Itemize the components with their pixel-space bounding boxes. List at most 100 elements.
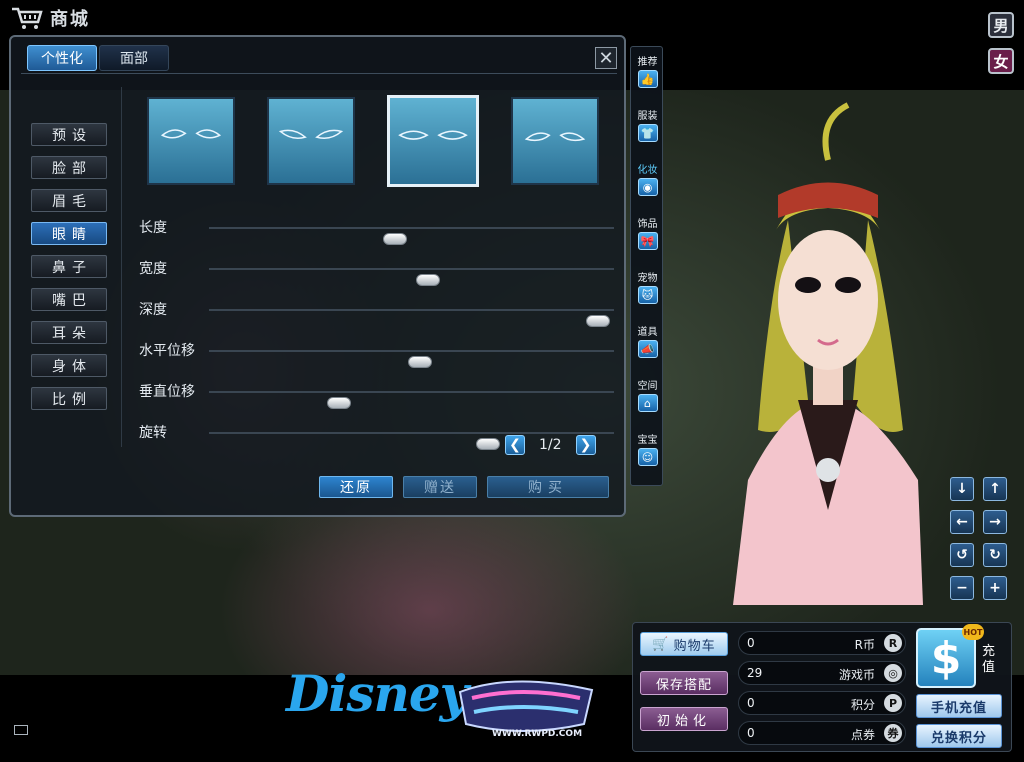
recharge-label: 充值: [982, 644, 996, 675]
house-icon: ⌂: [637, 394, 658, 412]
currency-value: 0: [747, 726, 755, 740]
side-item-label: 化妆: [637, 165, 658, 176]
category-proportion[interactable]: 比例: [31, 387, 107, 410]
makeup-icon: ◉: [637, 178, 658, 196]
shopping-cart-button[interactable]: 🛒 购物车: [640, 632, 728, 656]
slider-knob[interactable]: [326, 397, 351, 409]
female-button[interactable]: 女: [988, 48, 1014, 74]
rotate-right-button[interactable]: ↻: [983, 543, 1007, 567]
character-avatar: [733, 102, 923, 605]
side-item-clothing[interactable]: 服装 👕: [631, 105, 664, 149]
points-icon: P: [884, 694, 902, 712]
slider-knob[interactable]: [407, 356, 432, 368]
eye-shape-icon: [524, 132, 586, 142]
megaphone-icon: 📣: [637, 340, 658, 358]
category-eyes[interactable]: 眼睛: [31, 222, 107, 245]
game-url: WWW.RWPD.COM: [492, 729, 582, 739]
close-button[interactable]: ✕: [595, 47, 617, 69]
category-preset[interactable]: 预设: [31, 123, 107, 146]
male-button[interactable]: 男: [988, 12, 1014, 38]
next-page-button[interactable]: ❯: [575, 435, 596, 455]
restore-button[interactable]: 还原: [319, 476, 393, 498]
page-title: 商城: [50, 9, 90, 30]
eye-preset-3[interactable]: [387, 95, 479, 187]
mobile-recharge-button[interactable]: 手机充值: [916, 694, 1002, 718]
slider-label: 旋转: [139, 425, 167, 441]
eye-preset-1[interactable]: [147, 97, 235, 185]
eye-preset-list: [147, 95, 599, 187]
window-icon[interactable]: [14, 725, 28, 735]
redeem-points-button[interactable]: 兑换积分: [916, 724, 1002, 748]
action-buttons: 还原 赠送 购买: [319, 476, 609, 498]
gift-button[interactable]: 赠送: [403, 476, 477, 498]
cart-icon: [12, 7, 43, 29]
slider-track[interactable]: [209, 391, 614, 409]
category-nose[interactable]: 鼻子: [31, 255, 107, 278]
slider-knob[interactable]: [383, 233, 408, 245]
side-item-recommend[interactable]: 推荐 👍: [631, 51, 664, 95]
game-coin-icon: ◎: [884, 664, 902, 682]
category-eyebrow[interactable]: 眉毛: [31, 189, 107, 212]
side-item-space[interactable]: 空间 ⌂: [631, 375, 664, 419]
tab-personalize[interactable]: 个性化: [27, 45, 97, 71]
tab-face[interactable]: 面部: [99, 45, 169, 71]
slider-track[interactable]: [209, 268, 614, 286]
slider-track[interactable]: [209, 227, 614, 245]
move-up-button[interactable]: ↑: [983, 477, 1007, 501]
eye-preset-4[interactable]: [511, 97, 599, 185]
slider-track[interactable]: [209, 309, 614, 327]
category-body[interactable]: 身体: [31, 354, 107, 377]
side-item-label: 宠物: [637, 273, 658, 284]
shop-category-strip: 推荐 👍 服装 👕 化妆 ◉ 饰品 🎀 宠物 🐱 道具 📣 空间 ⌂ 宝宝 ☺: [630, 46, 663, 486]
feature-category-list: 预设 脸部 眉毛 眼睛 鼻子 嘴巴 耳朵 身体 比例: [31, 123, 107, 410]
side-item-baby[interactable]: 宝宝 ☺: [631, 429, 664, 473]
r-coin-icon: R: [884, 634, 902, 652]
side-item-accessories[interactable]: 饰品 🎀: [631, 213, 664, 257]
slider-knob[interactable]: [415, 274, 440, 286]
eye-preset-2[interactable]: [267, 97, 355, 185]
zoom-out-button[interactable]: −: [950, 576, 974, 600]
side-item-label: 饰品: [637, 219, 658, 230]
pet-icon: 🐱: [637, 286, 658, 304]
buy-button[interactable]: 购买: [487, 476, 609, 498]
slider-track[interactable]: [209, 432, 614, 450]
slider-length: 长度: [139, 215, 614, 245]
divider: [121, 87, 122, 447]
slider-label: 垂直位移: [139, 384, 195, 400]
customization-panel: 个性化 面部 ✕ 预设 脸部 眉毛 眼睛 鼻子 嘴巴 耳朵 身体 比例 长度 宽…: [9, 35, 626, 517]
shop-title-bar: 商城: [10, 4, 90, 32]
slider-track[interactable]: [209, 350, 614, 368]
reset-outfit-button[interactable]: 初始化: [640, 707, 728, 731]
side-item-pets[interactable]: 宠物 🐱: [631, 267, 664, 311]
currency-coupon: 0 点券 券: [738, 721, 906, 745]
side-item-label: 推荐: [637, 57, 658, 68]
save-outfit-button[interactable]: 保存搭配: [640, 671, 728, 695]
shopping-cart-label: 购物车: [673, 638, 716, 654]
side-item-props[interactable]: 道具 📣: [631, 321, 664, 365]
eye-shape-icon: [160, 129, 222, 139]
category-ears[interactable]: 耳朵: [31, 321, 107, 344]
slider-depth: 深度: [139, 297, 614, 327]
slider-knob[interactable]: [585, 315, 610, 327]
category-face[interactable]: 脸部: [31, 156, 107, 179]
category-mouth[interactable]: 嘴巴: [31, 288, 107, 311]
hot-badge: HOT: [962, 624, 984, 640]
side-item-label: 道具: [637, 327, 658, 338]
move-down-button[interactable]: ↓: [950, 477, 974, 501]
pager: ❮ 1/2 ❯: [505, 435, 596, 455]
slider-width: 宽度: [139, 256, 614, 286]
move-left-button[interactable]: ←: [950, 510, 974, 534]
prev-page-button[interactable]: ❮: [505, 435, 525, 455]
slider-label: 长度: [139, 220, 167, 236]
zoom-in-button[interactable]: +: [983, 576, 1007, 600]
move-right-button[interactable]: →: [983, 510, 1007, 534]
eye-shape-icon: [398, 130, 468, 140]
coupon-icon: 券: [884, 724, 902, 742]
side-item-label: 空间: [637, 381, 658, 392]
side-item-makeup[interactable]: 化妆 ◉: [631, 159, 664, 203]
currency-value: 0: [747, 636, 755, 650]
currency-points: 0 积分 P: [738, 691, 906, 715]
rotate-left-button[interactable]: ↺: [950, 543, 974, 567]
slider-label: 深度: [139, 302, 167, 318]
slider-knob[interactable]: [476, 438, 501, 450]
